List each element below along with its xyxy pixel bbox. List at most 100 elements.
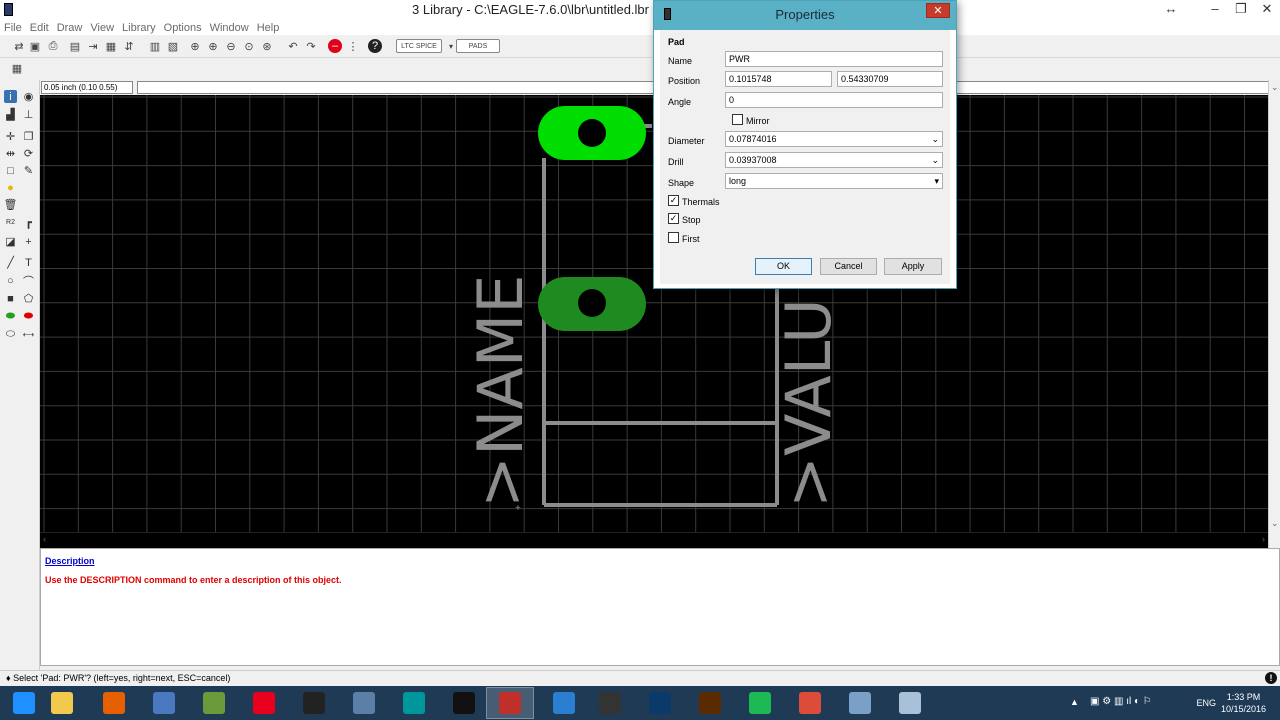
position-x-field[interactable]: 0.1015748 <box>725 71 832 87</box>
via-icon[interactable]: ⬭ <box>4 328 17 341</box>
miter-icon[interactable]: ┏ <box>22 216 35 229</box>
dialog-close-button[interactable]: ✕ <box>926 3 950 18</box>
smd-icon[interactable]: ⬬ <box>22 310 35 323</box>
scroll-right-icon[interactable]: › <box>1262 534 1265 544</box>
change-icon[interactable]: ✎ <box>22 164 35 177</box>
mirror-checkbox[interactable] <box>732 114 743 125</box>
taskbar-eagle[interactable] <box>486 687 534 719</box>
taskbar-inkscape[interactable] <box>586 687 634 719</box>
show-icon[interactable]: ◉ <box>22 90 35 103</box>
clock[interactable]: 1:33 PM 10/15/2016 <box>1221 691 1266 715</box>
shape-select[interactable]: long ▾ <box>725 173 943 189</box>
arc-icon[interactable]: ⌒ <box>22 274 35 288</box>
horizontal-scrollbar[interactable]: ‹ › <box>40 532 1268 548</box>
taskbar-app-window2[interactable] <box>886 687 934 719</box>
taskbar-opera[interactable] <box>240 687 288 719</box>
export-icon[interactable]: ⇵ <box>122 39 136 53</box>
go-icon[interactable]: ⋮ <box>346 39 360 53</box>
taskbar-calculator[interactable] <box>340 687 388 719</box>
save-icon[interactable]: ▣ <box>28 39 42 53</box>
ok-button[interactable]: OK <box>755 258 812 275</box>
scroll-down-icon[interactable]: ⌄ <box>1271 518 1279 529</box>
spice-icon[interactable]: LTC SPICE <box>396 39 442 53</box>
delete-icon[interactable]: 🗑 <box>4 198 18 211</box>
menu-options[interactable]: Options <box>160 21 206 36</box>
mark-icon[interactable]: ⊥ <box>22 108 35 121</box>
scroll-left-icon[interactable]: ‹ <box>43 534 46 544</box>
taskbar-app-blue[interactable] <box>140 687 188 719</box>
zoom-fit-icon[interactable]: ⊕ <box>188 39 202 53</box>
menu-window[interactable]: Window <box>206 21 253 36</box>
print-icon[interactable]: ⎙ <box>46 39 60 53</box>
taskbar-app-window[interactable] <box>836 687 884 719</box>
mirror-icon[interactable]: ⇹ <box>4 147 17 160</box>
taskbar-file-explorer[interactable] <box>38 687 86 719</box>
diameter-select[interactable]: 0.07874016 ⌄ <box>725 131 943 147</box>
first-checkbox[interactable] <box>668 232 679 243</box>
scroll-up-icon[interactable]: ⌄ <box>1271 82 1279 93</box>
stop-checkbox[interactable]: ✓ <box>668 213 679 224</box>
menu-draw[interactable]: Draw <box>53 21 87 36</box>
dimension-icon[interactable]: ⟷ <box>22 328 35 341</box>
taskbar-arduino[interactable] <box>390 687 438 719</box>
pads-icon[interactable]: PADS <box>456 39 500 53</box>
stop-icon[interactable]: ! <box>1265 672 1277 684</box>
rect-icon[interactable]: ■ <box>4 292 17 305</box>
polygon-icon[interactable]: ⬠ <box>22 292 35 305</box>
tray-arrow-icon[interactable]: ▲ <box>1070 697 1079 707</box>
name-field[interactable]: PWR <box>725 51 943 67</box>
script-icon[interactable]: ⇥ <box>86 39 100 53</box>
taskbar-p-app[interactable] <box>440 687 488 719</box>
zoom-out-icon[interactable]: ⊖ <box>224 39 238 53</box>
angle-field[interactable]: 0 <box>725 92 943 108</box>
split-icon[interactable]: ◪ <box>4 235 17 248</box>
paste-icon[interactable]: ● <box>4 181 17 194</box>
group-icon[interactable]: □ <box>4 164 17 177</box>
menu-edit[interactable]: Edit <box>26 21 53 36</box>
position-y-field[interactable]: 0.54330709 <box>837 71 943 87</box>
menu-help[interactable]: Help <box>253 21 284 36</box>
taskbar-chrome[interactable] <box>786 687 834 719</box>
help-icon[interactable]: ? <box>368 39 382 53</box>
open-icon[interactable]: ⇄ <box>12 39 26 53</box>
dialog-titlebar[interactable]: Properties ✕ <box>654 1 956 30</box>
resize-icon[interactable]: ↔ <box>1158 0 1184 20</box>
pad-pwr[interactable] <box>538 106 646 160</box>
taskbar-app-green[interactable] <box>190 687 238 719</box>
redo-icon[interactable]: ↷ <box>304 39 318 53</box>
cancel-button[interactable]: Cancel <box>820 258 877 275</box>
menu-view[interactable]: View <box>86 21 118 36</box>
name-icon[interactable]: R2 <box>4 216 17 229</box>
add-icon[interactable]: + <box>22 235 35 248</box>
layer2-icon[interactable]: ▧ <box>166 39 180 53</box>
grid-icon[interactable]: ▦ <box>10 61 24 75</box>
layer-icon[interactable]: ▥ <box>148 39 162 53</box>
circle-icon[interactable]: ○ <box>4 274 17 287</box>
tray-icons[interactable]: ▣ ⚙ ▥ ıl ◐ ⚐ <box>1090 696 1152 707</box>
thermals-checkbox[interactable]: ✓ <box>668 195 679 206</box>
menu-library[interactable]: Library <box>118 21 160 36</box>
drill-select[interactable]: 0.03937008 ⌄ <box>725 152 943 168</box>
maximize-button[interactable]: ❐ <box>1228 0 1254 20</box>
description-link[interactable]: Description <box>45 556 95 566</box>
pad-icon[interactable]: ⬬ <box>4 310 17 323</box>
display-icon[interactable]: ▟ <box>4 108 17 121</box>
copy-icon[interactable]: ❐ <box>22 130 35 143</box>
vertical-scrollbar[interactable]: ⌄ ⌄ <box>1268 80 1280 548</box>
move-icon[interactable]: ✛ <box>4 130 17 143</box>
undo-icon[interactable]: ↶ <box>286 39 300 53</box>
language-indicator[interactable]: ENG <box>1196 698 1216 708</box>
minimize-button[interactable]: – <box>1202 0 1228 20</box>
zoom-redraw-icon[interactable]: ⊙ <box>242 39 256 53</box>
menu-file[interactable]: File <box>0 21 26 36</box>
taskbar-photoshop[interactable] <box>636 687 684 719</box>
pad-2[interactable] <box>538 277 646 331</box>
wire-icon[interactable]: ╱ <box>4 256 17 269</box>
text-icon[interactable]: T <box>22 256 35 269</box>
zoom-in-icon[interactable]: ⊕ <box>206 39 220 53</box>
taskbar-spotify[interactable] <box>736 687 784 719</box>
taskbar-c-app[interactable] <box>540 687 588 719</box>
close-button[interactable]: ✕ <box>1254 0 1280 20</box>
rotate-icon[interactable]: ⟳ <box>22 147 35 160</box>
taskbar-illustrator[interactable] <box>686 687 734 719</box>
